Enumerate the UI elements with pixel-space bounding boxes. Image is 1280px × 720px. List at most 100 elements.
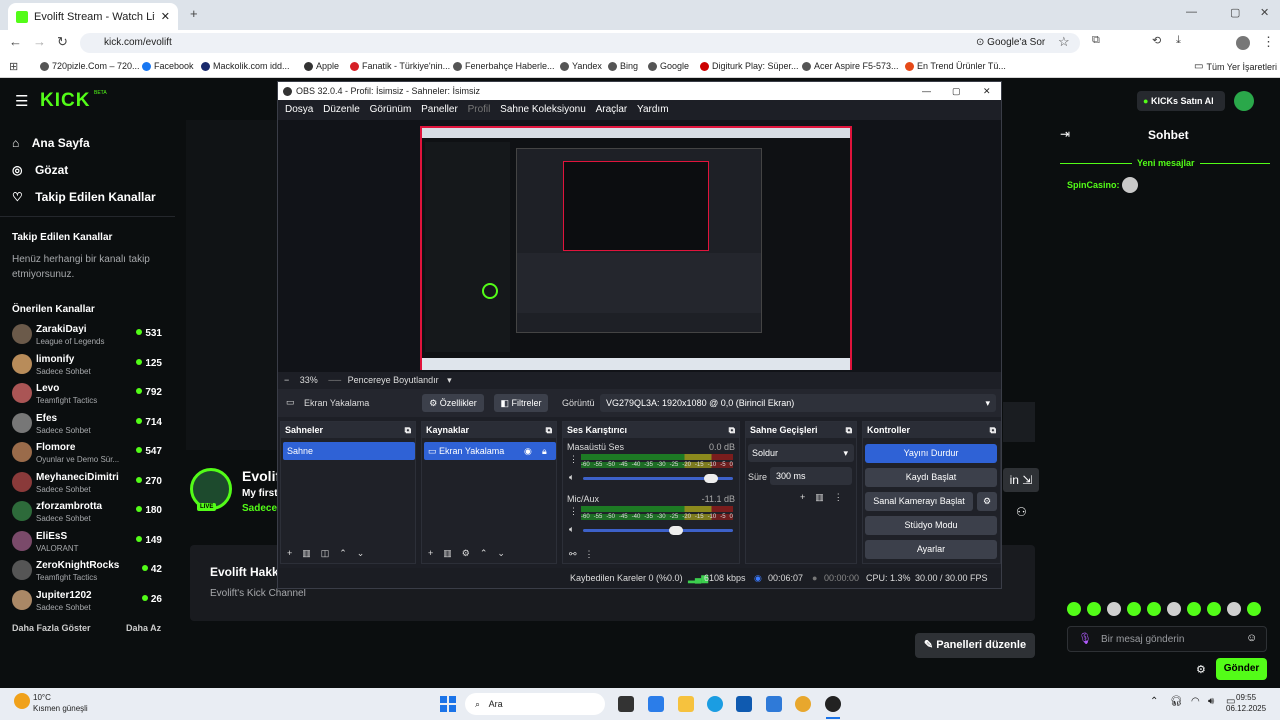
all-bookmarks-folder[interactable]: ▭ Tüm Yer İşaretleri [1194, 61, 1277, 72]
volume-slider-handle[interactable] [704, 474, 718, 483]
bookmark-item[interactable]: Acer Aspire F5-573... [802, 61, 899, 71]
undock-icon[interactable]: ⧉ [846, 422, 852, 438]
bookmark-item[interactable]: Apple [304, 61, 339, 71]
mic-icon[interactable]: 🎙 [1078, 632, 1092, 645]
chrome-menu-icon[interactable]: ⋮ [1262, 34, 1275, 50]
edge-icon[interactable] [707, 696, 723, 712]
bookmark-item[interactable]: Google [648, 61, 689, 71]
menu-scene-collection[interactable]: Sahne Koleksiyonu [500, 104, 586, 115]
volume-slider-handle[interactable] [669, 526, 683, 535]
recommended-channel[interactable]: ZeroKnightRocks Teamfight Tactics 42 [12, 556, 162, 585]
speaker-icon[interactable]: 🔈︎ [569, 472, 574, 483]
nav-browse[interactable]: ◎ Gözat [12, 161, 68, 179]
history-icon[interactable]: ⟲ [1152, 34, 1161, 47]
chat-settings-icon[interactable]: ⚙ [1196, 663, 1206, 676]
new-tab-icon[interactable]: + [190, 6, 198, 21]
windows-start-icon[interactable] [440, 696, 456, 712]
buy-kicks-button[interactable]: ● KICKs Satın Al [1137, 91, 1225, 111]
minimize-window-icon[interactable]: — [1186, 6, 1197, 18]
volume-slider[interactable] [583, 526, 733, 535]
emote-icon[interactable] [1187, 602, 1201, 616]
user-avatar[interactable] [1234, 91, 1254, 111]
transition-select[interactable]: Soldur ▾ [748, 444, 854, 462]
download-icon[interactable]: ⤓ [1176, 34, 1181, 47]
studio-mode-button[interactable]: Stüdyo Modu [865, 516, 997, 535]
emote-icon[interactable] [1087, 602, 1101, 616]
source-item[interactable]: ▭ Ekran Yakalama ◉ 🔒︎ [424, 442, 556, 460]
virtual-camera-settings-icon[interactable]: ⚙ [977, 492, 997, 511]
reload-icon[interactable]: ↻ [57, 34, 68, 50]
recommended-channel[interactable]: limonify Sadece Sohbet 125 [12, 350, 162, 379]
maximize-window-icon[interactable]: ▢ [1230, 6, 1240, 19]
undock-icon[interactable]: ⧉ [990, 422, 996, 438]
clock-time[interactable]: 09:55 [1236, 693, 1256, 702]
chat-username[interactable]: SpinCasino: [1067, 180, 1120, 190]
stream-category[interactable]: Sadece [242, 503, 277, 514]
bookmark-item[interactable]: Fanatik - Türkiye'nin... [350, 61, 450, 71]
stop-streaming-button[interactable]: Yayını Durdur [865, 444, 997, 463]
chat-input[interactable]: 🎙 Bir mesaj gönderin ☺ [1067, 626, 1267, 652]
weather-desc[interactable]: Kısmen güneşli [33, 704, 88, 713]
obs-maximize-icon[interactable]: ▢ [952, 82, 961, 100]
recommended-channel[interactable]: zforzambrotta Sadece Sohbet 180 [12, 497, 162, 526]
weather-temp[interactable]: 10°C [33, 693, 51, 702]
obs-preview[interactable] [278, 120, 1001, 372]
menu-edit[interactable]: Düzenle [323, 104, 360, 115]
close-tab-icon[interactable]: ✕ [161, 10, 170, 23]
show-more-link[interactable]: Daha Fazla Göster [12, 623, 91, 633]
bookmark-item[interactable]: Digiturk Play: Süper... [700, 61, 799, 71]
emote-icon[interactable] [1067, 602, 1081, 616]
nav-home[interactable]: ⌂ Ana Sayfa [12, 134, 90, 152]
chrome-icon[interactable] [795, 696, 811, 712]
recommended-channel[interactable]: ZarakiDayi League of Legends 531 [12, 320, 162, 349]
menu-file[interactable]: Dosya [285, 104, 313, 115]
wifi-icon[interactable]: ◠ [1191, 696, 1200, 707]
emote-icon[interactable] [1107, 602, 1121, 616]
menu-profile[interactable]: Profil [468, 104, 491, 115]
google-ask-button[interactable]: ⊙ Google'a Sor [976, 37, 1045, 48]
volume-icon[interactable]: 🔊︎ [1208, 696, 1214, 707]
recommended-channel[interactable]: Jupiter1202 Sadece Sohbet 26 [12, 586, 162, 615]
undock-icon[interactable]: ⧉ [729, 422, 735, 438]
extensions-icon[interactable]: ⧉ [1092, 34, 1100, 47]
sources-toolbar[interactable]: +▥⚙⌃⌄ [428, 548, 515, 559]
recommended-channel[interactable]: Levo Teamfight Tactics 792 [12, 379, 162, 408]
task-view-icon[interactable] [618, 696, 634, 712]
volume-slider[interactable] [583, 474, 733, 483]
store-icon[interactable] [736, 696, 752, 712]
zoom-level[interactable]: − 33% ── Pencereye Boyutlandır ▾ [284, 375, 452, 386]
bookmark-item[interactable]: Mackolik.com idd... [201, 61, 290, 71]
undock-icon[interactable]: ⧉ [546, 422, 552, 438]
taskbar-search[interactable]: ⌕ Ara [465, 693, 605, 715]
scene-item[interactable]: Sahne [283, 442, 415, 460]
copilot-icon[interactable] [648, 696, 664, 712]
eye-icon[interactable]: ◉ [524, 442, 532, 460]
emote-icon[interactable] [1167, 602, 1181, 616]
forward-icon[interactable]: → [33, 34, 46, 49]
tray-chevron-icon[interactable]: ⌃ [1150, 696, 1158, 707]
recommended-channel[interactable]: MeyhaneciDimitri Sadece Sohbet 270 [12, 468, 162, 497]
menu-docks[interactable]: Paneller [421, 104, 458, 115]
file-explorer-icon[interactable] [678, 696, 694, 712]
filters-button[interactable]: ◧ Filtreler [494, 394, 548, 412]
lock-icon[interactable]: 🔒︎ [542, 442, 547, 460]
emote-bar[interactable] [1067, 602, 1267, 616]
back-icon[interactable]: ← [9, 34, 22, 49]
menu-view[interactable]: Görünüm [370, 104, 412, 115]
browser-tab[interactable]: Evolift Stream - Watch Live on K ✕ [8, 3, 178, 30]
bookmark-star-icon[interactable]: ☆ [1058, 34, 1070, 50]
edit-panels-button[interactable]: ✎ Panelleri düzenle [915, 633, 1035, 658]
obs-minimize-icon[interactable]: — [922, 82, 931, 100]
tray-app-icon[interactable]: 🎧︎ [1170, 696, 1183, 707]
emote-icon[interactable] [1247, 602, 1261, 616]
bookmark-item[interactable]: Yandex [560, 61, 602, 71]
audio-menu-icon[interactable]: ⋮ [569, 506, 578, 517]
emote-icon[interactable] [1207, 602, 1221, 616]
transitions-toolbar[interactable]: +▥⋮ [800, 492, 853, 503]
speaker-icon[interactable]: 🔈︎ [569, 524, 574, 535]
emote-icon[interactable] [1147, 602, 1161, 616]
emoji-icon[interactable]: ☺ [1246, 632, 1257, 644]
clock-date[interactable]: 06.12.2025 [1226, 704, 1266, 713]
mixer-toolbar[interactable]: ⚯⋮ [569, 549, 602, 560]
start-virtual-camera-button[interactable]: Sanal Kamerayı Başlat [865, 492, 973, 511]
